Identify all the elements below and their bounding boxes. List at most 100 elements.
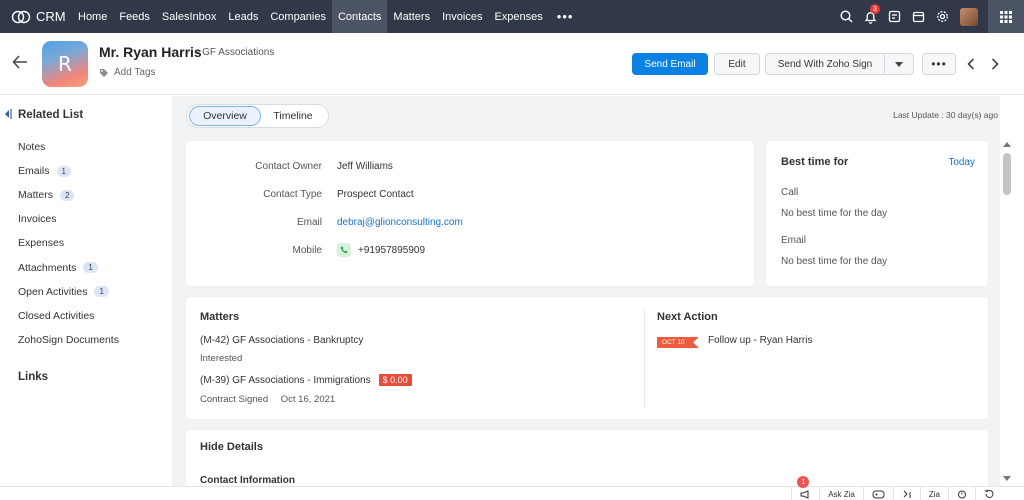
record-name: Mr. Ryan Harris — [99, 44, 202, 60]
count-badge: 1 — [56, 165, 71, 177]
best-time-email-label: Email — [781, 235, 807, 246]
related-list-item-invoices[interactable]: Invoices — [18, 207, 119, 231]
scroll-down-arrow-icon[interactable] — [1003, 476, 1011, 481]
previous-record-icon[interactable] — [967, 58, 975, 73]
best-time-day-selector[interactable]: Today — [948, 157, 975, 168]
app-grid-icon[interactable] — [988, 0, 1024, 33]
count-badge: 1 — [83, 262, 98, 274]
main-scrollbar[interactable] — [1000, 140, 1014, 486]
field-row-email: Email debraj@glionconsulting.com — [186, 213, 754, 231]
calendar-icon[interactable] — [906, 0, 930, 33]
links-title[interactable]: Links — [18, 371, 48, 383]
matter-name[interactable]: (M-42) GF Associations - Bankruptcy — [200, 335, 363, 346]
gamepad-icon[interactable] — [862, 487, 893, 500]
nav-tab-companies[interactable]: Companies — [264, 0, 332, 33]
nav-tab-contacts[interactable]: Contacts — [331, 0, 388, 33]
record-company-link[interactable]: - GF Associations — [196, 47, 274, 58]
more-actions-button[interactable]: ••• — [922, 53, 956, 75]
related-list-item-closed-activities[interactable]: Closed Activities — [18, 304, 119, 328]
related-list-item-emails[interactable]: Emails 1 — [18, 159, 119, 183]
related-list-item-open-activities[interactable]: Open Activities 1 — [18, 280, 119, 304]
megaphone-icon — [800, 489, 809, 499]
crm-logo-icon — [11, 10, 31, 23]
matters-next-action-card: Matters (M-42) GF Associations - Bankrup… — [186, 297, 988, 419]
zoho-sign-dropdown-button[interactable] — [884, 53, 914, 75]
collapse-sidebar-icon[interactable] — [4, 108, 12, 120]
history-icon[interactable] — [975, 487, 1002, 500]
user-avatar[interactable] — [960, 7, 978, 26]
related-list-item-zohosign-documents[interactable]: ZohoSign Documents — [18, 328, 119, 352]
matter-status: Contract Signed — [200, 394, 269, 405]
mobile-number[interactable]: +91957895909 — [358, 245, 425, 256]
related-list-item-label: Attachments — [18, 261, 77, 274]
related-list-item-matters[interactable]: Matters 2 — [18, 183, 119, 207]
matter-date: Oct 16, 2021 — [280, 394, 336, 405]
back-arrow-icon[interactable] — [12, 55, 28, 72]
field-row-contact-owner: Contact Owner Jeff Williams — [186, 157, 754, 175]
phone-icon[interactable] — [337, 243, 351, 257]
nav-more-button[interactable]: ••• — [549, 0, 582, 33]
field-row-contact-type: Contact Type Prospect Contact — [186, 185, 754, 203]
add-tags-button[interactable]: Add Tags — [99, 67, 156, 78]
signal-icon[interactable] — [892, 487, 920, 500]
related-list-item-label: ZohoSign Documents — [18, 333, 119, 346]
count-badge: 2 — [60, 189, 75, 201]
matter-item[interactable]: (M-39) GF Associations - Immigrations $ … — [200, 374, 412, 386]
send-email-button[interactable]: Send Email — [632, 53, 708, 75]
hide-details-toggle[interactable]: Hide Details — [200, 441, 263, 453]
announcement-button[interactable]: 1 — [791, 476, 819, 500]
send-with-zoho-sign-button[interactable]: Send With Zoho Sign — [765, 53, 885, 75]
scroll-up-arrow-icon[interactable] — [1003, 142, 1011, 147]
field-row-mobile: Mobile +91957895909 — [186, 241, 754, 259]
ask-zia-button[interactable]: Ask Zia — [819, 487, 863, 500]
best-time-call-label: Call — [781, 187, 799, 198]
related-list-item-notes[interactable]: Notes — [18, 135, 119, 159]
notification-badge: 3 — [870, 4, 880, 14]
field-value-contact-type[interactable]: Prospect Contact — [337, 189, 414, 200]
nav-tab-invoices[interactable]: Invoices — [436, 0, 488, 33]
field-value-contact-owner[interactable]: Jeff Williams — [337, 161, 393, 172]
caret-down-icon — [895, 61, 903, 67]
related-list-sidebar: Related List Notes Emails 1 Matters 2 Invo… — [0, 96, 172, 486]
related-list-item-expenses[interactable]: Expenses — [18, 231, 119, 255]
nav-tab-matters[interactable]: Matters — [387, 0, 436, 33]
next-action-title: Next Action — [657, 311, 718, 323]
next-record-icon[interactable] — [991, 58, 999, 73]
scroll-thumb[interactable] — [1003, 153, 1011, 195]
field-label: Contact Type — [263, 188, 322, 200]
tab-timeline[interactable]: Timeline — [261, 106, 325, 126]
related-list-item-label: Matters — [18, 189, 54, 202]
section-divider — [644, 309, 645, 407]
tab-overview[interactable]: Overview — [189, 106, 261, 126]
email-link[interactable]: debraj@glionconsulting.com — [337, 217, 463, 228]
search-icon[interactable] — [834, 0, 858, 33]
nav-tab-home[interactable]: Home — [72, 0, 113, 33]
matter-status-line: Contract Signed Oct 16, 2021 — [200, 394, 335, 405]
nav-tab-leads[interactable]: Leads — [222, 0, 264, 33]
nav-tab-feeds[interactable]: Feeds — [113, 0, 156, 33]
matter-item[interactable]: (M-42) GF Associations - Bankruptcy — [200, 335, 363, 346]
nav-tab-expenses[interactable]: Expenses — [488, 0, 548, 33]
related-list-item-attachments[interactable]: Attachments 1 — [18, 255, 119, 279]
gear-icon[interactable] — [930, 0, 954, 33]
related-list-item-label: Closed Activities — [18, 309, 95, 322]
related-list: Notes Emails 1 Matters 2 Invoices Expenses… — [18, 135, 119, 352]
alarm-clock-icon[interactable] — [948, 487, 975, 500]
zia-button[interactable]: Zia — [919, 487, 948, 500]
contact-summary-card: Contact Owner Jeff Williams Contact Type… — [186, 141, 754, 286]
module-tabs: Home Feeds SalesInbox Leads Companies Co… — [72, 0, 581, 33]
top-navigation-bar: CRM Home Feeds SalesInbox Leads Companie… — [0, 0, 1024, 33]
record-avatar[interactable]: R — [42, 41, 88, 87]
matter-name[interactable]: (M-39) GF Associations - Immigrations — [200, 375, 371, 386]
related-list-item-label: Open Activities — [18, 285, 88, 298]
related-list-item-label: Notes — [18, 141, 46, 154]
add-entry-icon[interactable] — [882, 0, 906, 33]
nav-tab-salesinbox[interactable]: SalesInbox — [156, 0, 222, 33]
tag-icon — [100, 68, 108, 77]
next-action-text[interactable]: Follow up - Ryan Harris — [708, 335, 812, 346]
matters-title: Matters — [200, 311, 240, 323]
bell-icon[interactable]: 3 — [858, 0, 882, 33]
crm-logo[interactable]: CRM — [0, 9, 72, 24]
edit-button[interactable]: Edit — [714, 53, 760, 75]
details-card: Hide Details Contact Information — [186, 430, 988, 490]
